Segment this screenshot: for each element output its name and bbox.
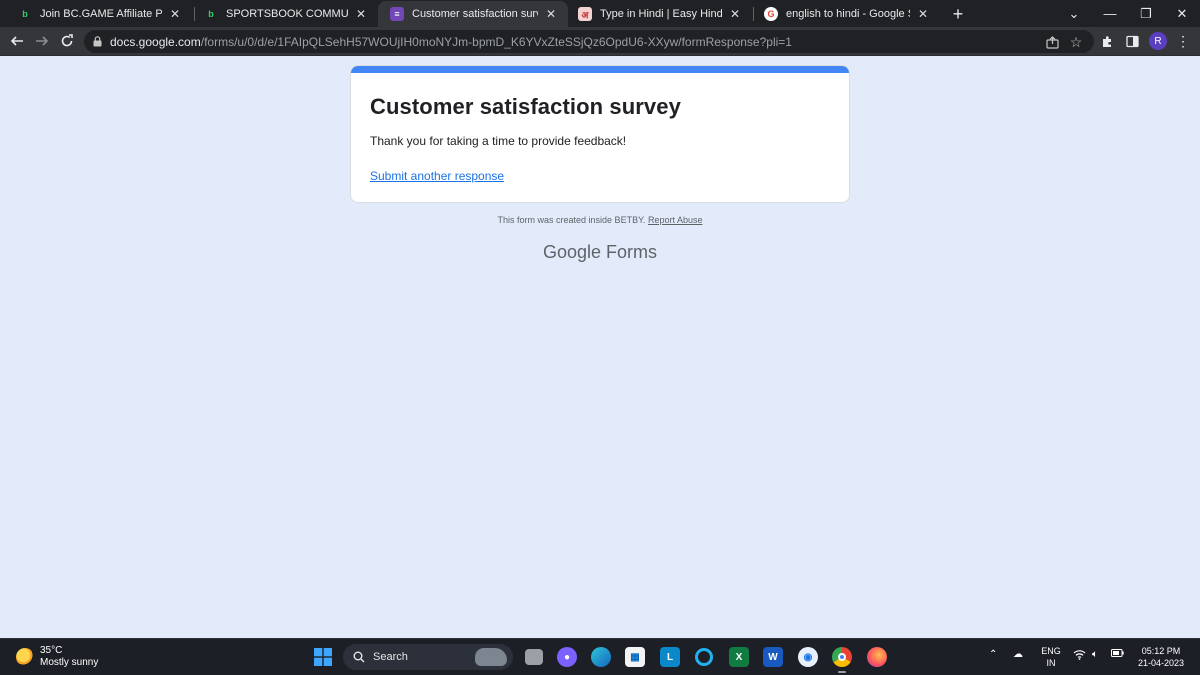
browser-circle-icon[interactable]: ◉ [798,647,818,667]
browser-toolbar: docs.google.com/forms/u/0/d/e/1FAIpQLSeh… [0,27,1200,56]
back-button[interactable] [7,31,27,51]
restore-button[interactable]: ❐ [1128,0,1164,27]
taskbar-search-box[interactable]: Search [343,644,513,670]
card-accent-bar [351,66,849,73]
lock-icon [93,36,102,47]
l-app-icon[interactable]: L [660,647,680,667]
windows-taskbar: 35°C Mostly sunny Search ● ▦ L X W ◉ ⌃ ☁… [0,638,1200,675]
weather-widget[interactable]: 35°C Mostly sunny [16,645,98,669]
partly-sunny-icon [16,648,34,666]
reload-button[interactable] [57,31,77,51]
weather-condition: Mostly sunny [40,657,99,668]
google-forms-logo[interactable]: Google Forms [350,242,850,263]
footer-created-by: This form was created inside BETBY. [497,215,646,225]
arrow-left-icon [10,36,23,46]
clock-time: 05:12 PM [1141,646,1181,656]
form-footer-note: This form was created inside BETBY. Repo… [350,215,850,225]
weather-text: 35°C Mostly sunny [40,645,98,669]
excel-icon[interactable]: X [729,647,749,667]
tab-title: Join BC.GAME Affiliate Program [40,8,162,20]
teams-chat-icon[interactable]: ● [557,647,577,667]
hindi-typing-favicon-icon: अ [578,7,592,21]
weather-temperature: 35°C [40,645,63,656]
reload-icon [61,34,73,47]
show-hidden-icons-chevron-icon[interactable]: ⌃ [989,649,997,660]
form-title: Customer satisfaction survey [370,94,681,119]
new-tab-button[interactable]: + [948,4,968,24]
kebab-menu-icon[interactable]: ⋮ [1175,33,1191,49]
tab-google-search[interactable]: G english to hindi - Google Search ✕ [752,1,940,27]
bookmark-star-icon[interactable]: ☆ [1068,34,1084,50]
lang-line1: ENG [1041,646,1061,656]
tab-title: Customer satisfaction survey [412,8,538,20]
close-tab-icon[interactable]: ✕ [354,7,368,21]
tab-title: english to hindi - Google Search [786,8,910,20]
close-tab-icon[interactable]: ✕ [168,7,182,21]
close-tab-icon[interactable]: ✕ [544,7,558,21]
start-windows-icon[interactable] [313,647,333,667]
tab-type-in-hindi[interactable]: अ Type in Hindi | Easy Hindi Typing ✕ [566,1,752,27]
bc-game-favicon-icon: b [208,9,214,19]
share-icon[interactable] [1044,34,1060,50]
profile-avatar[interactable]: R [1149,32,1167,50]
submit-another-response-link[interactable]: Submit another response [370,169,504,183]
search-icon [353,651,365,663]
forward-button[interactable] [32,31,52,51]
minimize-button[interactable]: — [1092,0,1128,27]
close-window-button[interactable]: ✕ [1164,0,1200,27]
input-language-indicator[interactable]: ENG IN [1039,645,1063,669]
tab-bc-game[interactable]: b Join BC.GAME Affiliate Program ✕ [6,1,192,27]
browser-tab-strip: b Join BC.GAME Affiliate Program ✕ b SPO… [0,0,1200,27]
tab-search-chevron-icon[interactable]: ⌄ [1056,0,1092,27]
report-abuse-link[interactable]: Report Abuse [648,215,703,225]
url-text: docs.google.com/forms/u/0/d/e/1FAIpQLSeh… [110,35,792,49]
word-icon[interactable]: W [763,647,783,667]
tab-customer-satisfaction-survey[interactable]: ≡ Customer satisfaction survey ✕ [378,1,568,27]
bc-game-favicon-icon: b [22,9,28,19]
confirmation-card: Customer satisfaction survey Thank you f… [350,65,850,203]
edge-browser-icon[interactable] [591,647,611,667]
logo-google-text: Google [542,242,602,262]
microsoft-store-icon[interactable]: ▦ [625,647,645,667]
task-view-icon[interactable] [525,649,543,665]
lang-line2: IN [1046,658,1056,668]
cortana-ring-icon[interactable] [695,648,713,666]
address-bar[interactable]: docs.google.com/forms/u/0/d/e/1FAIpQLSeh… [84,30,1094,53]
tab-title: SPORTSBOOK COMMUNITY SURVEY [226,8,348,20]
confirmation-message: Thank you for taking a time to provide f… [370,134,627,148]
url-path: /forms/u/0/d/e/1FAIpQLSehH57WOUjIH0moNYJ… [200,35,792,49]
logo-forms-text: Forms [606,242,658,262]
tab-title: Type in Hindi | Easy Hindi Typing [600,8,722,20]
onedrive-cloud-icon[interactable]: ☁ [1013,649,1023,660]
close-tab-icon[interactable]: ✕ [728,7,742,21]
system-clock[interactable]: 05:12 PM 21-04-2023 [1130,645,1192,669]
arrow-right-icon [36,36,49,46]
search-highlight-illustration-icon [475,648,507,666]
wifi-icon[interactable] [1073,649,1086,660]
taskbar-search-label: Search [373,651,408,663]
forms-favicon-icon: ≡ [390,7,404,21]
chrome-center-dot [838,653,846,661]
chrome-icon[interactable] [832,647,852,673]
url-host: docs.google.com [110,35,201,49]
battery-icon[interactable] [1111,649,1124,657]
google-favicon-icon: G [764,7,778,21]
extensions-puzzle-icon[interactable] [1099,33,1115,49]
close-tab-icon[interactable]: ✕ [916,7,930,21]
tab-sportsbook-survey[interactable]: b SPORTSBOOK COMMUNITY SURVEY ✕ [192,1,378,27]
firefox-icon[interactable] [867,647,887,667]
side-panel-icon[interactable] [1124,33,1140,49]
volume-muted-icon[interactable]: 🔈︎ [1092,649,1098,660]
clock-date: 21-04-2023 [1137,658,1185,668]
